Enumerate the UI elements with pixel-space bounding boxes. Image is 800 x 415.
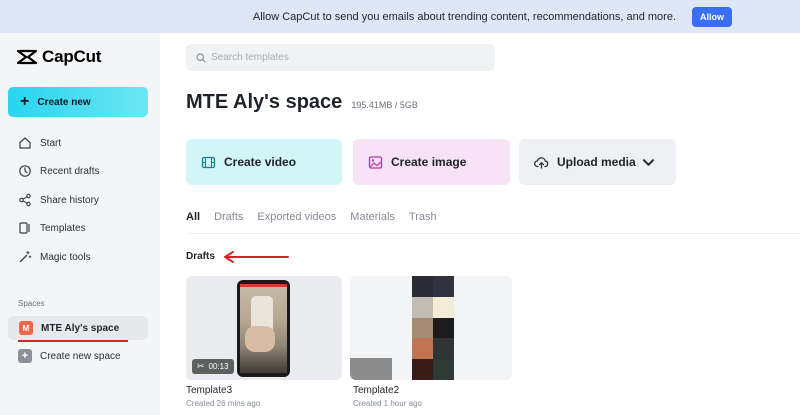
search-input[interactable] [211, 52, 471, 63]
sidebar-item-label: Templates [40, 222, 86, 234]
create-video-label: Create video [224, 155, 297, 169]
capcut-logo-icon [16, 49, 38, 65]
sidebar-item-share-history[interactable]: Share history [18, 193, 99, 207]
content-tabs: All Drafts Exported videos Materials Tra… [186, 211, 451, 223]
sidebar-item-magic-tools[interactable]: Magic tools [18, 250, 91, 264]
sidebar-item-label: Share history [40, 194, 99, 206]
magic-wand-icon [19, 251, 32, 263]
tab-materials[interactable]: Materials [350, 211, 395, 223]
search-bar[interactable] [186, 44, 495, 71]
clock-icon [19, 165, 31, 177]
sidebar-item-label: Start [40, 137, 62, 149]
tabs-divider [186, 233, 800, 234]
plus-icon: + [20, 93, 30, 110]
chevron-down-icon[interactable] [641, 155, 656, 170]
video-preview [237, 280, 290, 377]
create-video-button[interactable]: Create video [186, 139, 342, 185]
space-label: MTE Aly's space [41, 322, 120, 334]
draft-thumbnail-template2[interactable] [350, 276, 512, 380]
color-swatch-preview [412, 276, 454, 380]
annotation-underline [18, 340, 128, 342]
storage-usage: 195.41MB / 5GB [351, 100, 418, 110]
create-new-button[interactable]: + Create new [8, 87, 148, 117]
tab-all[interactable]: All [186, 211, 200, 223]
capcut-logo[interactable]: CapCut [16, 47, 101, 67]
create-image-button[interactable]: Create image [353, 139, 510, 185]
spaces-heading: Spaces [18, 299, 45, 308]
draft-created: Created 26 mins ago [186, 399, 261, 408]
sidebar-item-start[interactable]: Start [18, 136, 61, 150]
tab-trash[interactable]: Trash [409, 211, 437, 223]
space-avatar: M [19, 321, 33, 335]
create-image-label: Create image [391, 155, 467, 169]
draft-thumbnail-template3[interactable]: ✂ 00:13 [186, 276, 342, 380]
sidebar-item-label: Magic tools [40, 251, 91, 263]
create-new-space-label: Create new space [40, 350, 121, 362]
search-icon [196, 52, 206, 63]
film-icon [201, 156, 216, 168]
scissors-icon: ✂ [197, 361, 205, 371]
logo-text: CapCut [42, 47, 102, 66]
create-new-space-button[interactable]: + Create new space [18, 349, 121, 363]
annotation-arrow [224, 251, 289, 263]
page-title-row: MTE Aly's space 195.41MB / 5GB [186, 91, 418, 114]
drafts-section-title: Drafts [186, 251, 215, 262]
home-icon [19, 137, 31, 149]
upload-media-button[interactable]: Upload media [519, 139, 676, 185]
draft-created: Created 1 hour ago [353, 399, 422, 408]
templates-icon [19, 222, 30, 234]
banner-message: Allow CapCut to send you emails about tr… [252, 10, 676, 23]
draft-name[interactable]: Template2 [353, 385, 399, 396]
cloud-upload-icon [534, 156, 549, 169]
sidebar: CapCut + Create new Start Recent drafts … [0, 33, 160, 415]
duration-badge: ✂ 00:13 [192, 359, 234, 374]
sidebar-item-recent-drafts[interactable]: Recent drafts [18, 164, 99, 178]
image-icon [368, 155, 383, 169]
sidebar-item-current-space[interactable]: M MTE Aly's space [8, 316, 148, 340]
page-title: MTE Aly's space [186, 91, 343, 113]
thumbnail-block [350, 358, 392, 380]
tab-exported-videos[interactable]: Exported videos [257, 211, 336, 223]
allow-button[interactable]: Allow [692, 6, 732, 27]
share-icon [19, 193, 31, 207]
sidebar-item-label: Recent drafts [40, 165, 100, 177]
sidebar-item-templates[interactable]: Templates [18, 221, 86, 235]
upload-media-label: Upload media [557, 155, 636, 169]
plus-icon: + [18, 349, 32, 363]
draft-name[interactable]: Template3 [186, 385, 232, 396]
duration-text: 00:13 [208, 362, 229, 371]
create-new-label: Create new [37, 96, 91, 108]
email-consent-banner: Allow CapCut to send you emails about tr… [0, 0, 800, 33]
tab-drafts[interactable]: Drafts [214, 211, 243, 223]
